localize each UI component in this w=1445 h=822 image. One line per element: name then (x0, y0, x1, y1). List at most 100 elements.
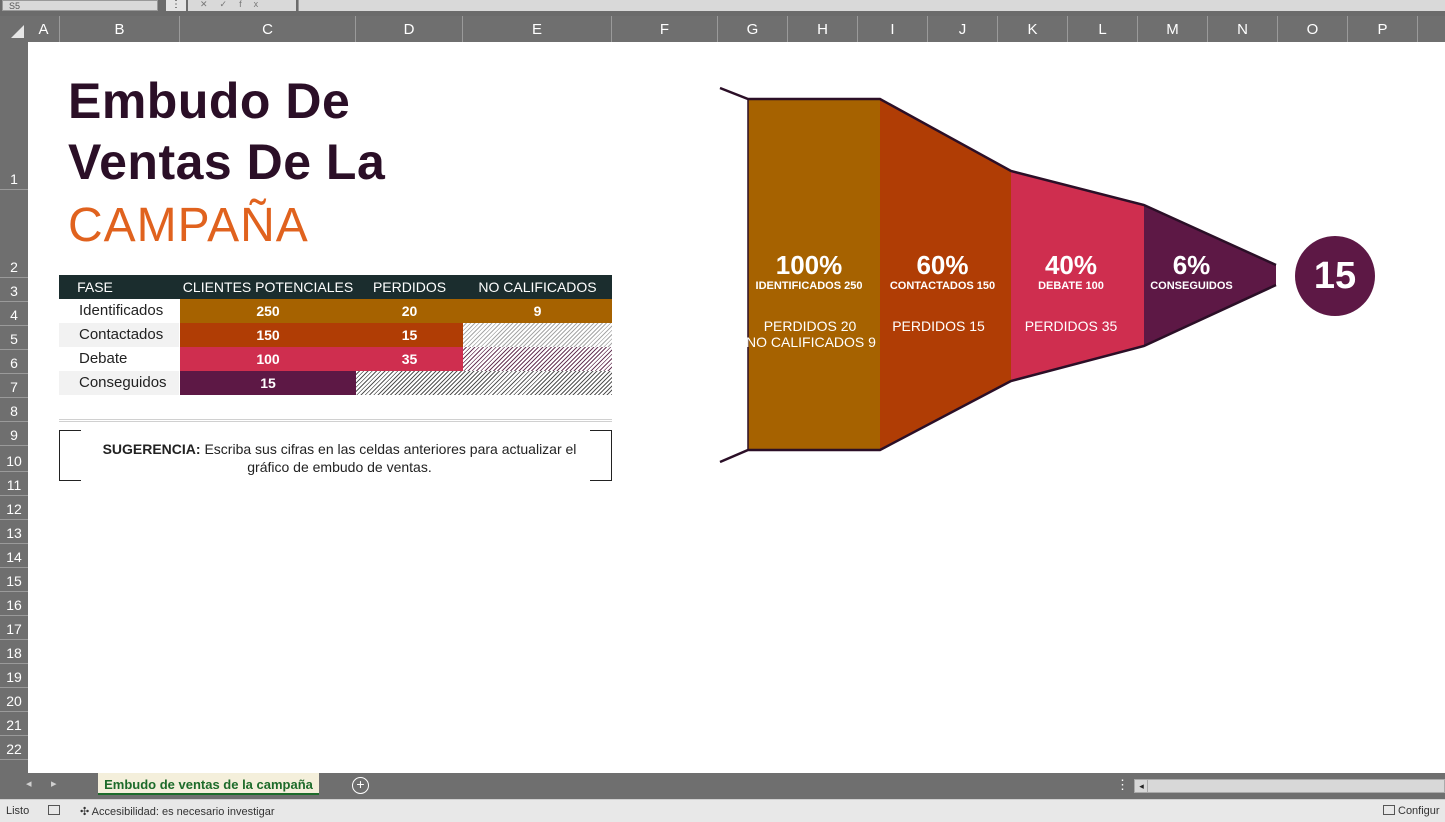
column-header-h[interactable]: H (788, 16, 858, 42)
potenciales-cell[interactable]: 15 (180, 371, 356, 395)
funnel-lost-debate: PERDIDOS 35 (1011, 318, 1131, 334)
row-header-10[interactable]: 10 (0, 446, 28, 472)
column-header-l[interactable]: L (1068, 16, 1138, 42)
sheet-tab-active[interactable]: Embudo de ventas de la campaña (98, 773, 319, 795)
funnel-lost-identificados: PERDIDOS 20 NO CALIFICADOS 9 (746, 318, 876, 350)
row-header-9[interactable]: 9 (0, 422, 28, 446)
table-row: Conseguidos 15 (59, 371, 612, 395)
perdidos-cell[interactable]: 35 (356, 347, 463, 371)
row-header-3[interactable]: 3 (0, 278, 28, 302)
row-header-2[interactable]: 2 (0, 190, 28, 278)
potenciales-cell[interactable]: 100 (180, 347, 356, 371)
tip-text[interactable]: SUGERENCIA: Escriba sus cifras en las ce… (83, 440, 596, 476)
column-headers: A B C D E F G H I J K L M N O P (0, 16, 1445, 42)
scroll-tabs-left-icon[interactable]: ◂ (26, 777, 32, 790)
column-header-j[interactable]: J (928, 16, 998, 42)
potenciales-cell[interactable]: 250 (180, 299, 356, 323)
add-sheet-button[interactable]: + (352, 777, 369, 794)
table-row: Identificados 250 20 9 (59, 299, 612, 323)
fase-cell[interactable]: Identificados (59, 299, 179, 323)
row-header-1[interactable]: 1 (0, 42, 28, 190)
stage-lost: PERDIDOS 20 (763, 318, 857, 334)
header-no-calificados[interactable]: NO CALIFICADOS (463, 275, 612, 299)
accessibility-status[interactable]: ✣ Accesibilidad: es necesario investigar (80, 805, 275, 818)
row-header-4[interactable]: 4 (0, 302, 28, 326)
table-row: Contactados 150 15 (59, 323, 612, 347)
column-header-g[interactable]: G (718, 16, 788, 42)
stage-percent: 100% (775, 250, 843, 280)
column-header-n[interactable]: N (1208, 16, 1278, 42)
row-header-17[interactable]: 17 (0, 616, 28, 640)
hatched-empty-cell (356, 371, 612, 395)
row-header-13[interactable]: 13 (0, 520, 28, 544)
name-box[interactable]: S5 (2, 0, 158, 11)
row-header-6[interactable]: 6 (0, 350, 28, 374)
column-header-m[interactable]: M (1138, 16, 1208, 42)
no-calificados-cell[interactable]: 9 (463, 299, 612, 323)
horizontal-scrollbar[interactable]: ◂ (1134, 779, 1445, 793)
fase-cell[interactable]: Contactados (59, 323, 179, 347)
more-options-icon[interactable]: ⋮ (166, 0, 186, 11)
funnel-label-contactados: 60% CONTACTADOS 150 (880, 251, 1005, 293)
fase-cell[interactable]: Debate (59, 347, 179, 371)
column-header-e[interactable]: E (463, 16, 612, 42)
column-header-b[interactable]: B (60, 16, 180, 42)
row-header-22[interactable]: 22 (0, 736, 28, 760)
tip-bracket-left (59, 430, 81, 481)
header-fase[interactable]: FASE (59, 275, 131, 299)
scroll-tabs-right-icon[interactable]: ▸ (51, 777, 57, 790)
row-header-21[interactable]: 21 (0, 712, 28, 736)
row-header-20[interactable]: 20 (0, 688, 28, 712)
header-clientes-potenciales[interactable]: CLIENTES POTENCIALES (180, 275, 356, 299)
row-header-11[interactable]: 11 (0, 472, 28, 496)
row-header-12[interactable]: 12 (0, 496, 28, 520)
page-title-line2: Ventas De La (68, 134, 386, 190)
sales-funnel-chart[interactable]: 100% IDENTIFICADOS 250 PERDIDOS 20 NO CA… (718, 85, 1278, 470)
row-header-14[interactable]: 14 (0, 544, 28, 568)
funnel-label-debate: 40% DEBATE 100 (1011, 251, 1131, 293)
stage-percent: 60% (916, 250, 969, 280)
row-headers: 1 2 3 4 5 6 7 8 9 10 11 12 13 14 15 16 1… (0, 42, 28, 773)
fase-cell[interactable]: Conseguidos (59, 371, 179, 395)
more-options-icon[interactable]: ⋮ (1116, 777, 1129, 793)
accessibility-icon: ✣ (80, 806, 92, 818)
page-title-line1: Embudo De (68, 73, 351, 129)
row-header-16[interactable]: 16 (0, 592, 28, 616)
potenciales-cell[interactable]: 150 (180, 323, 356, 347)
row-header-8[interactable]: 8 (0, 398, 28, 422)
row-header-15[interactable]: 15 (0, 568, 28, 592)
column-header-i[interactable]: I (858, 16, 928, 42)
funnel-label-conseguidos: 6% CONSEGUIDOS (1144, 251, 1239, 293)
scroll-left-icon[interactable]: ◂ (1136, 780, 1148, 792)
row-header-7[interactable]: 7 (0, 374, 28, 398)
funnel-result-circle[interactable]: 15 (1295, 236, 1375, 316)
status-ready: Listo (6, 805, 30, 817)
stage-name: CONSEGUIDOS (1150, 280, 1233, 292)
column-header-o[interactable]: O (1278, 16, 1348, 42)
select-all-button[interactable] (0, 16, 28, 42)
formula-buttons[interactable]: ✕✓fx (188, 0, 296, 11)
formula-input[interactable] (298, 0, 1445, 11)
perdidos-cell[interactable]: 15 (356, 323, 463, 347)
column-header-a[interactable]: A (28, 16, 60, 42)
funnel-lost-contactados: PERDIDOS 15 (880, 318, 997, 334)
row-header-5[interactable]: 5 (0, 326, 28, 350)
column-header-f[interactable]: F (612, 16, 718, 42)
perdidos-cell[interactable]: 20 (356, 299, 463, 323)
column-header-p[interactable]: P (1348, 16, 1418, 42)
display-settings-icon (1383, 805, 1395, 815)
macro-record-icon[interactable] (48, 805, 63, 817)
hatched-empty-cell (463, 347, 612, 371)
header-perdidos[interactable]: PERDIDOS (356, 275, 463, 299)
column-header-c[interactable]: C (180, 16, 356, 42)
excel-window: S5 ⋮ ✕✓fx A B C D E F G H I J K L M N O … (0, 0, 1445, 822)
stage-name: DEBATE 100 (1038, 280, 1104, 292)
column-header-k[interactable]: K (998, 16, 1068, 42)
display-settings[interactable]: Configur (1383, 805, 1440, 817)
stage-percent: 6% (1172, 250, 1211, 280)
tip-label: SUGERENCIA: (102, 441, 201, 457)
row-header-18[interactable]: 18 (0, 640, 28, 664)
row-header-19[interactable]: 19 (0, 664, 28, 688)
column-header-d[interactable]: D (356, 16, 463, 42)
sheet-tab-bar: ◂ ▸ Embudo de ventas de la campaña + ⋮ ◂ (0, 773, 1445, 799)
